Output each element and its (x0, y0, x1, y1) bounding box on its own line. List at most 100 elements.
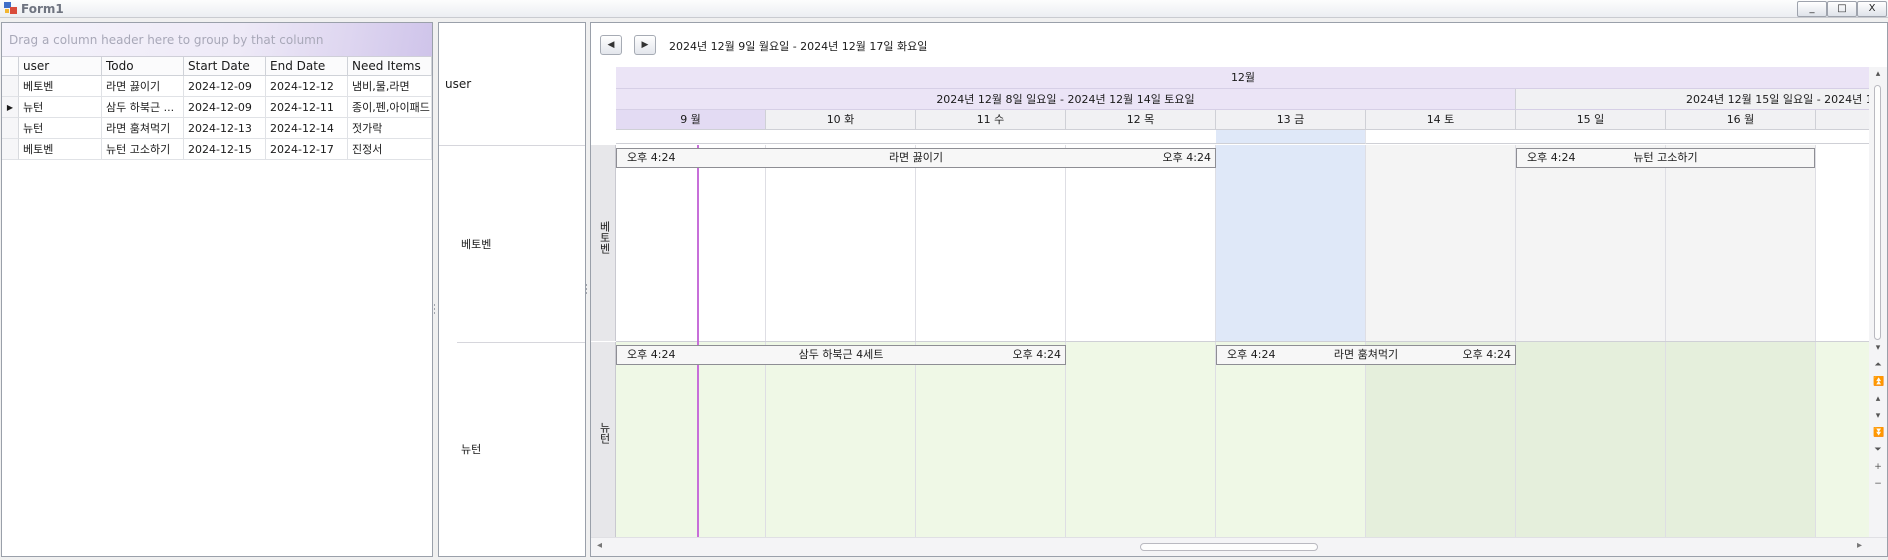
resource-item-label: 뉴턴 (461, 443, 482, 456)
time-cell[interactable] (766, 342, 916, 537)
table-cell[interactable]: 2024-12-09 (184, 97, 266, 118)
horizontal-scrollbar[interactable]: ◂ ▸ (591, 537, 1887, 556)
day-header[interactable]: 10 화 (766, 110, 916, 130)
vertical-scrollbar[interactable]: ▴ ▾ ⏶ ⏫ ▴ ▾ ⏬ ⏷ + − (1869, 67, 1887, 537)
day-header[interactable]: 12 목 (1066, 110, 1216, 130)
appointment[interactable]: 오후 4:24 라면 끓이기 오후 4:24 (616, 148, 1216, 168)
prev-resource-icon[interactable]: ▴ (1873, 394, 1883, 405)
resource-panel: user 베토벤 뉴턴 (438, 22, 586, 557)
day-header[interactable]: 9 월 (616, 110, 766, 130)
column-header-end-date[interactable]: End Date (266, 57, 348, 76)
day-header[interactable]: 13 금 (1216, 110, 1366, 130)
time-cell[interactable] (1816, 342, 1870, 537)
data-grid: Drag a column header here to group by th… (1, 22, 433, 557)
column-header-need-items[interactable]: Need Items (348, 57, 432, 76)
next-resource-icon[interactable]: ▾ (1873, 411, 1883, 422)
zoom-out-icon[interactable]: − (1873, 479, 1883, 490)
table-cell[interactable]: 2024-12-13 (184, 118, 266, 139)
day-header[interactable]: 16 월 (1666, 110, 1816, 130)
table-cell[interactable]: 2024-12-15 (184, 139, 266, 160)
app-icon (4, 2, 17, 14)
table-cell[interactable]: 2024-12-17 (266, 139, 348, 160)
appointment[interactable]: 오후 4:24 라면 훔쳐먹기 오후 4:24 (1216, 345, 1516, 365)
day-header[interactable]: 15 일 (1516, 110, 1666, 130)
resource-row-header[interactable]: 뉴턴 (591, 342, 616, 537)
table-cell[interactable]: 뉴턴 고소하기 (102, 139, 184, 160)
row-indicator[interactable] (2, 118, 19, 139)
row-indicator[interactable] (2, 76, 19, 97)
scroll-right-icon[interactable]: ▸ (1857, 540, 1862, 551)
horizontal-scroll-thumb[interactable] (1140, 543, 1318, 551)
window-titlebar: Form1 _ □ X (0, 0, 1888, 18)
table-cell[interactable]: 젓가락 (348, 118, 432, 139)
appointment-subject: 삼두 하북근 4세트 (798, 348, 884, 361)
scroll-down-icon[interactable]: ▾ (1873, 343, 1883, 354)
table-cell[interactable]: 베토벤 (19, 139, 102, 160)
minimize-button[interactable]: _ (1797, 1, 1827, 17)
resource-row-header[interactable]: 베토벤 (591, 145, 616, 341)
table-cell[interactable]: 2024-12-11 (266, 97, 348, 118)
appointment[interactable]: 오후 4:24 뉴턴 고소하기 (1516, 148, 1815, 168)
column-header-start-date[interactable]: Start Date (184, 57, 266, 76)
time-cell[interactable] (916, 145, 1066, 341)
table-cell[interactable]: 냄비,물,라면 (348, 76, 432, 97)
resource-item[interactable]: 베토벤 (457, 145, 585, 342)
date-range-label: 2024년 12월 9일 월요일 - 2024년 12월 17일 화요일 (669, 40, 928, 53)
all-day-strip-selected[interactable] (1216, 130, 1366, 144)
appointment-subject: 라면 끓이기 (888, 151, 944, 164)
resource-item[interactable]: 뉴턴 (457, 342, 585, 557)
splitter-resources-scheduler[interactable] (585, 22, 589, 557)
table-cell[interactable]: 종이,펜,아이패드 (348, 97, 432, 118)
month-header: 12월 (616, 67, 1870, 89)
column-header-todo[interactable]: Todo (102, 57, 184, 76)
appointment[interactable]: 오후 4:24 삼두 하북근 4세트 오후 4:24 (616, 345, 1066, 365)
group-by-panel[interactable]: Drag a column header here to group by th… (2, 23, 432, 57)
time-cell[interactable] (1066, 145, 1216, 341)
next-page-icon[interactable]: ⏬ (1873, 428, 1884, 439)
time-cell[interactable] (616, 342, 766, 537)
scroll-up-icon[interactable]: ▴ (1873, 69, 1883, 80)
prev-page-icon[interactable]: ⏫ (1873, 377, 1884, 388)
time-cell[interactable] (1816, 145, 1870, 341)
scroll-left-icon[interactable]: ◂ (597, 540, 602, 551)
time-cell[interactable] (616, 145, 766, 341)
time-cell[interactable] (1366, 145, 1516, 341)
table-cell[interactable]: 삼두 하북근 ... (102, 97, 184, 118)
time-cell-selected[interactable] (1216, 145, 1366, 341)
maximize-button[interactable]: □ (1827, 1, 1857, 17)
column-header-user[interactable]: user (19, 57, 102, 76)
time-cell[interactable] (1366, 342, 1516, 537)
row-indicator[interactable] (2, 139, 19, 160)
current-row-indicator[interactable]: ▶ (2, 97, 19, 118)
table-cell[interactable]: 라면 끓이기 (102, 76, 184, 97)
time-cell[interactable] (1666, 145, 1816, 341)
table-cell[interactable]: 베토벤 (19, 76, 102, 97)
table-cell[interactable]: 진정서 (348, 139, 432, 160)
scheduler-control: ◀ ▶ 2024년 12월 9일 월요일 - 2024년 12월 17일 화요일… (590, 22, 1888, 557)
time-cell[interactable] (1216, 342, 1366, 537)
zoom-in-icon[interactable]: + (1873, 462, 1883, 473)
prev-period-button[interactable]: ◀ (600, 35, 622, 55)
table-cell[interactable]: 라면 훔쳐먹기 (102, 118, 184, 139)
table-cell[interactable]: 뉴턴 (19, 97, 102, 118)
table-cell[interactable]: 2024-12-12 (266, 76, 348, 97)
close-button[interactable]: X (1857, 1, 1887, 17)
table-cell[interactable]: 2024-12-09 (184, 76, 266, 97)
resource-row-label: 뉴턴 (598, 422, 611, 444)
appointment-end-time: 오후 4:24 (1162, 151, 1211, 164)
time-cell[interactable] (766, 145, 916, 341)
time-cell[interactable] (1516, 145, 1666, 341)
table-cell[interactable]: 2024-12-14 (266, 118, 348, 139)
time-cell[interactable] (1516, 342, 1666, 537)
time-cell[interactable] (1666, 342, 1816, 537)
last-resource-icon[interactable]: ⏷ (1873, 445, 1883, 456)
next-period-button[interactable]: ▶ (634, 35, 656, 55)
first-resource-icon[interactable]: ⏶ (1873, 360, 1883, 371)
day-header[interactable]: 14 토 (1366, 110, 1516, 130)
splitter-grid-resources[interactable] (432, 22, 437, 557)
day-header[interactable]: 11 수 (916, 110, 1066, 130)
time-cell[interactable] (1066, 342, 1216, 537)
table-cell[interactable]: 뉴턴 (19, 118, 102, 139)
time-cell[interactable] (916, 342, 1066, 537)
vertical-scroll-thumb[interactable] (1874, 85, 1881, 340)
